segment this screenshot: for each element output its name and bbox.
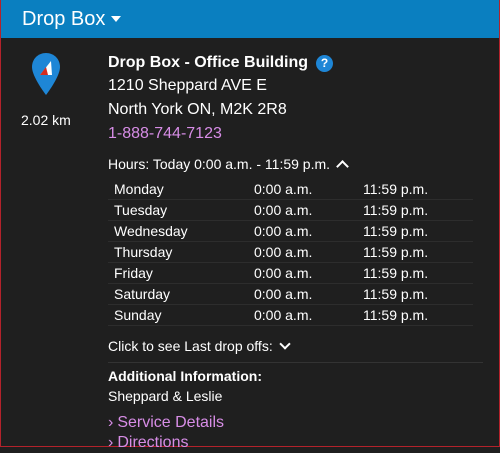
hours-open: 0:00 a.m. [254,307,313,323]
service-details-link[interactable]: › Service Details [108,413,488,433]
directions-label: Directions [117,434,189,451]
additional-info-label: Additional Information: [108,368,262,384]
hours-day: Tuesday [114,202,168,218]
hours-row: Tuesday 0:00 a.m. 11:59 p.m. [108,200,473,221]
location-pin-icon [32,53,60,95]
hours-day: Monday [114,181,164,197]
divider [108,362,483,363]
location-details: Drop Box - Office Building ? 1210 Sheppa… [108,52,488,453]
hours-day: Friday [114,265,153,281]
hours-row: Wednesday 0:00 a.m. 11:59 p.m. [108,221,473,242]
hours-row: Sunday 0:00 a.m. 11:59 p.m. [108,305,473,326]
chevron-up-icon [336,159,349,173]
help-icon[interactable]: ? [316,54,333,72]
hours-close: 11:59 p.m. [363,181,429,197]
last-drop-toggle[interactable]: Click to see Last drop offs: [108,336,488,356]
chevron-right-icon: › [108,434,114,451]
address-line-1: 1210 Sheppard AVE E [108,77,267,94]
chevron-right-icon: › [108,414,114,431]
hours-day: Wednesday [114,223,188,239]
hours-close: 11:59 p.m. [363,202,429,218]
hours-open: 0:00 a.m. [254,265,313,281]
service-details-label: Service Details [117,414,225,431]
last-drop-label: Click to see Last drop offs: [108,338,273,354]
hours-open: 0:00 a.m. [254,244,313,260]
address-line-2: North York ON, M2K 2R8 [108,101,287,118]
additional-info-text: Sheppard & Leslie [108,388,223,404]
hours-day: Sunday [114,307,162,323]
hours-open: 0:00 a.m. [254,223,313,239]
chevron-down-icon [279,338,291,350]
hours-open: 0:00 a.m. [254,181,313,197]
hours-summary: Hours: Today 0:00 a.m. - 11:59 p.m. [108,156,331,172]
hours-day: Thursday [114,244,173,260]
dropbox-panel: Drop Box 2.02 km Drop Box - Office Build… [0,0,500,451]
hours-close: 11:59 p.m. [363,244,429,260]
hours-row: Friday 0:00 a.m. 11:59 p.m. [108,263,473,284]
header-bar[interactable]: Drop Box [1,0,499,38]
hours-day: Saturday [114,286,171,302]
hours-row: Monday 0:00 a.m. 11:59 p.m. [108,179,473,200]
hours-close: 11:59 p.m. [363,223,429,239]
hours-close: 11:59 p.m. [363,286,429,302]
location-name-row: Drop Box - Office Building ? [108,52,488,74]
header-title: Drop Box [22,7,106,30]
hours-toggle[interactable]: Hours: Today 0:00 a.m. - 11:59 p.m. [108,153,488,175]
hours-row: Saturday 0:00 a.m. 11:59 p.m. [108,284,473,305]
directions-link[interactable]: › Directions [108,433,488,453]
hours-close: 11:59 p.m. [363,265,429,281]
hours-open: 0:00 a.m. [254,286,313,302]
distance-label: 2.02 km [21,112,71,128]
hours-row: Thursday 0:00 a.m. 11:59 p.m. [108,242,473,263]
hours-close: 11:59 p.m. [363,307,429,323]
chevron-down-icon[interactable] [111,16,122,22]
phone-link[interactable]: 1-888-744-7123 [108,122,488,146]
location-name: Drop Box - Office Building [108,54,308,71]
hours-table: Monday 0:00 a.m. 11:59 p.m. Tuesday 0:00 a.m… [108,179,473,326]
hours-open: 0:00 a.m. [254,202,313,218]
